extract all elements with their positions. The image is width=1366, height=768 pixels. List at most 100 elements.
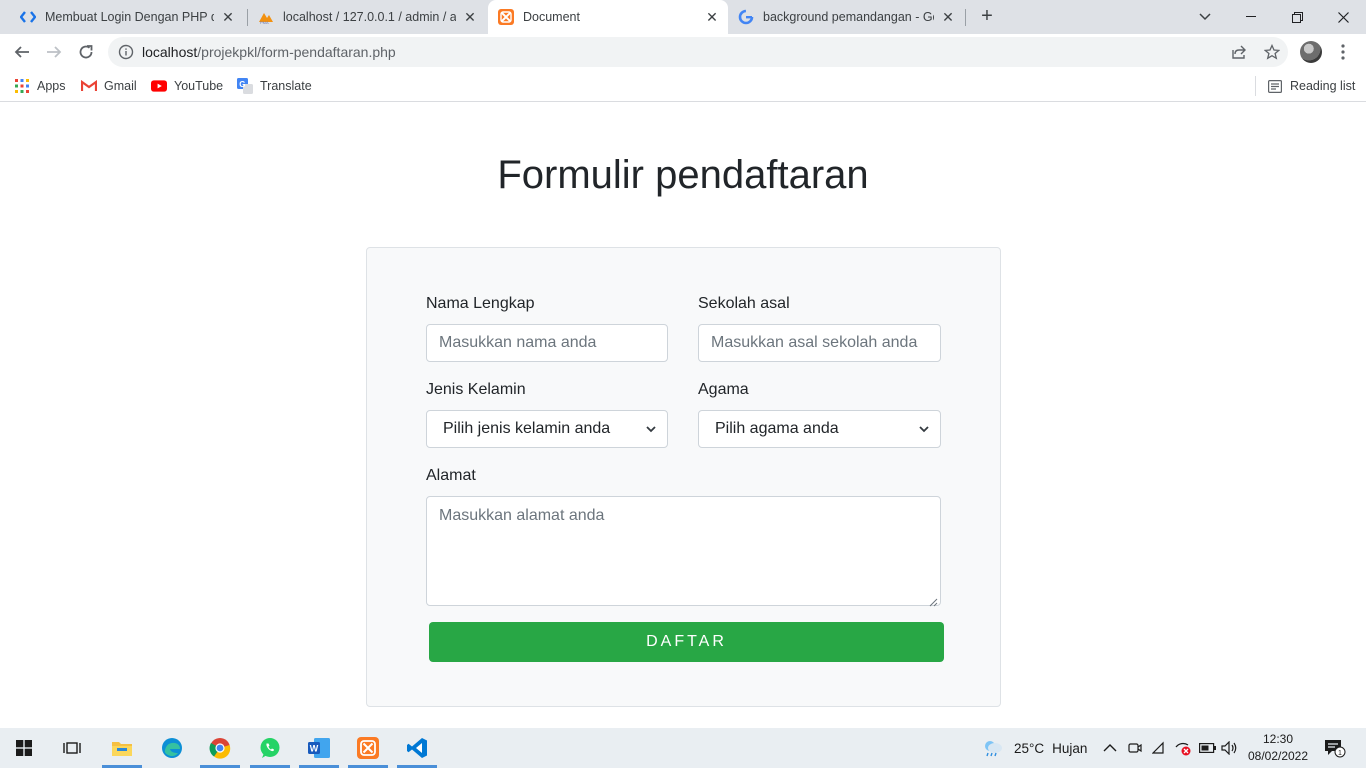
battery-icon[interactable] [1199,728,1217,768]
new-tab-button[interactable]: + [977,6,997,27]
gender-selected: Pilih jenis kelamin anda [443,420,611,437]
close-tab-icon[interactable]: ✕ [704,9,720,25]
task-view-icon[interactable] [48,728,96,768]
close-tab-icon[interactable]: ✕ [462,9,478,25]
tab-strip: Membuat Login Dengan PHP dan ✕ PMA local… [0,0,1366,34]
close-window-button[interactable] [1320,0,1366,34]
tab-title: background pemandangan - Goo [763,10,934,24]
tab-google-search[interactable]: background pemandangan - Goo ✕ [730,0,964,34]
code-diamond-icon [20,9,36,25]
forward-button[interactable] [40,38,68,66]
bookmark-label: Gmail [104,79,137,93]
wifi-disconnected-icon[interactable] [1152,728,1170,768]
page-title: Formulir pendaftaran [497,153,869,197]
weather-condition: Hujan [1052,740,1088,756]
xampp-icon [498,9,514,25]
svg-text:PMA: PMA [260,20,269,25]
tray-chevron-up-icon[interactable] [1103,728,1117,768]
gender-label: Jenis Kelamin [426,381,526,398]
chevron-down-icon [918,422,930,434]
resize-grip-icon[interactable] [929,594,938,607]
name-label: Nama Lengkap [426,295,535,312]
phpmyadmin-icon: PMA [258,9,274,25]
browser-toolbar: localhost/projekpkl/form-pendaftaran.php [0,34,1366,70]
bookmark-label: Translate [260,79,312,93]
gmail-icon [81,78,97,94]
bookmarks-divider [1255,76,1256,96]
chevron-down-icon [645,422,657,434]
translate-icon: G [237,78,253,94]
url-text: localhost/projekpkl/form-pendaftaran.php [142,44,396,60]
tab-search-chevron-icon[interactable] [1182,0,1228,34]
menu-kebab-icon[interactable] [1336,42,1350,62]
bookmark-gmail[interactable]: Gmail [81,77,137,95]
tab-title: localhost / 127.0.0.1 / admin / adm [283,10,456,24]
religion-select[interactable]: Pilih agama anda [698,410,941,448]
daftar-submit-button[interactable]: DAFTAR [429,622,944,662]
file-explorer-icon[interactable] [98,728,146,768]
chrome-icon[interactable] [196,728,244,768]
meet-now-icon[interactable] [1128,728,1142,768]
network-error-icon[interactable] [1174,728,1192,768]
clock-time: 12:30 [1262,732,1294,746]
xampp-icon[interactable] [344,728,392,768]
svg-text:1: 1 [1338,750,1342,757]
url-path: /projekpkl/form-pendaftaran.php [197,44,396,60]
tab-title: Membuat Login Dengan PHP dan [45,10,214,24]
address-bar[interactable]: localhost/projekpkl/form-pendaftaran.php [108,37,1288,67]
volume-icon[interactable] [1221,728,1239,768]
system-clock[interactable]: 12:30 08/02/2022 [1244,731,1312,765]
bookmark-apps[interactable]: Apps [14,77,66,95]
youtube-icon [151,78,167,94]
edge-icon[interactable] [148,728,196,768]
tab-divider [965,9,966,26]
school-placeholder: Masukkan asal sekolah anda [711,334,918,351]
reload-button[interactable] [72,38,100,66]
notifications-icon[interactable]: 1 [1324,728,1346,768]
religion-selected: Pilih agama anda [715,420,839,437]
clock-date: 08/02/2022 [1247,749,1309,763]
word-icon[interactable]: W [295,728,343,768]
school-label: Sekolah asal [698,295,790,312]
windows-start-icon[interactable] [0,728,48,768]
minimize-button[interactable] [1228,0,1274,34]
name-input[interactable]: Masukkan nama anda [426,324,668,362]
bookmark-label: Apps [37,79,66,93]
close-tab-icon[interactable]: ✕ [940,9,956,25]
back-button[interactable] [8,38,36,66]
tab-phpmyadmin[interactable]: PMA localhost / 127.0.0.1 / admin / adm … [250,0,486,34]
bookmarks-bar: Apps Gmail YouTube G Translate Reading l… [0,70,1366,102]
vscode-icon[interactable] [393,728,441,768]
address-textarea[interactable]: Masukkan alamat anda [426,496,941,607]
tab-membuat-login[interactable]: Membuat Login Dengan PHP dan ✕ [12,0,244,34]
svg-text:W: W [310,744,319,754]
profile-avatar[interactable] [1300,41,1322,63]
share-icon[interactable] [1230,43,1248,61]
weather-widget[interactable]: 25°C Hujan [982,728,1087,768]
restore-button[interactable] [1274,0,1320,34]
reading-list-label: Reading list [1290,79,1356,93]
apps-grid-icon [14,78,30,94]
bookmark-youtube[interactable]: YouTube [151,77,223,95]
google-g-icon [738,9,754,25]
weather-temp: 25°C [1014,740,1045,756]
address-label: Alamat [426,467,476,484]
address-placeholder: Masukkan alamat anda [439,507,605,524]
page-viewport: Formulir pendaftaran Nama Lengkap Masukk… [0,103,1366,728]
rain-cloud-icon [982,738,1004,758]
reading-list-button[interactable]: Reading list [1267,77,1355,95]
close-tab-icon[interactable]: ✕ [220,9,236,25]
whatsapp-icon[interactable] [246,728,294,768]
gender-select[interactable]: Pilih jenis kelamin anda [426,410,668,448]
bookmark-star-icon[interactable] [1263,43,1281,61]
site-info-icon[interactable] [118,44,134,60]
school-input[interactable]: Masukkan asal sekolah anda [698,324,941,362]
windows-taskbar: W 25°C Hujan 12:30 08/02/2022 1 [0,728,1366,768]
tab-title: Document [523,10,580,24]
religion-label: Agama [698,381,749,398]
tab-divider [247,9,248,26]
tab-document[interactable]: Document ✕ [488,0,728,34]
svg-text:G: G [239,80,245,89]
reading-list-icon [1267,78,1283,94]
bookmark-translate[interactable]: G Translate [237,77,312,95]
